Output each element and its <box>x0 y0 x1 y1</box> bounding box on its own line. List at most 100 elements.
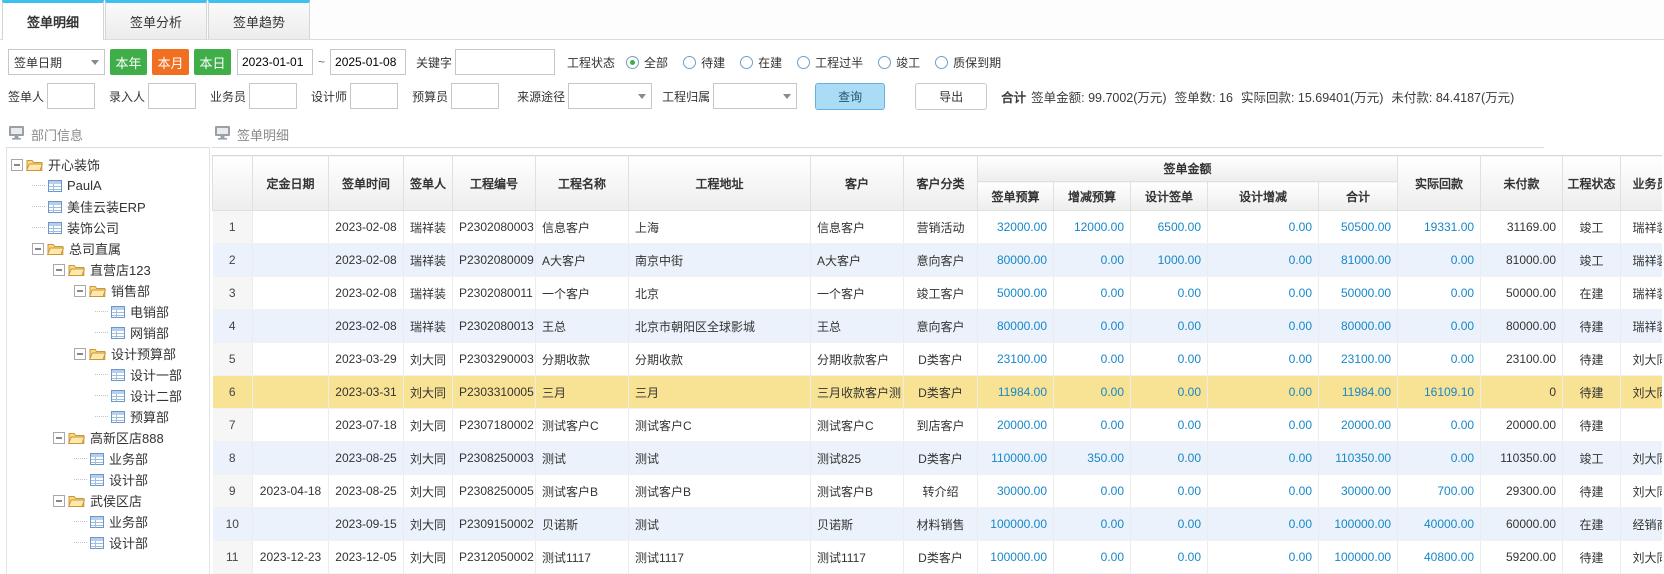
folder-icon <box>68 431 85 444</box>
person-filter-input-1[interactable] <box>148 83 196 109</box>
status-radio-5[interactable]: 质保到期 <box>935 54 1001 71</box>
expander-icon[interactable] <box>53 495 65 507</box>
tree-item-5[interactable]: 直营店123 <box>7 259 209 280</box>
table-icon <box>90 515 104 529</box>
person-filter-input-0[interactable] <box>47 83 95 109</box>
expander-icon[interactable] <box>53 264 65 276</box>
status-radio-1[interactable]: 待建 <box>683 54 725 71</box>
expander-icon[interactable] <box>11 159 23 171</box>
radio-icon <box>683 56 696 69</box>
cell-customer_class: 意向客户 <box>904 310 978 343</box>
cell-design_sign: 0.00 <box>1131 541 1208 574</box>
radio-icon <box>626 56 639 69</box>
grid-row-3[interactable]: 32023-02-08瑞祥装P2302080011一个客户北京一个客户竣工客户5… <box>213 277 1663 310</box>
grid-row-6[interactable]: 62023-03-31刘大同P2303310005三月三月三月收款客户测D类客户… <box>213 376 1663 409</box>
status-radio-3[interactable]: 工程过半 <box>797 54 863 71</box>
status-radio-label: 在建 <box>758 54 782 71</box>
chevron-down-icon <box>91 60 99 65</box>
grid-row-11[interactable]: 112023-12-232023-12-05刘大同P2312050002测试11… <box>213 541 1663 574</box>
tree-item-10[interactable]: 设计一部 <box>7 364 209 385</box>
tab-contract-detail[interactable]: 签单明细 <box>2 0 104 40</box>
cell-customer_class: D类客户 <box>904 541 978 574</box>
cell-customer: 测试客户C <box>811 409 904 442</box>
person-filter-input-3[interactable] <box>350 83 398 109</box>
summary-item-3: 未付款: 84.4187(万元) <box>1391 91 1514 105</box>
grid-col-header-received: 实际回款 <box>1398 156 1481 211</box>
cell-design_sign: 0.00 <box>1131 310 1208 343</box>
grid-row-4[interactable]: 42023-02-08瑞祥装P2302080013王总北京市朝阳区全球影城王总意… <box>213 310 1663 343</box>
tree-item-label: 业务部 <box>109 449 148 468</box>
cell-total: 100000.00 <box>1319 541 1398 574</box>
status-radio-4[interactable]: 竣工 <box>878 54 920 71</box>
cell-status: 竣工 <box>1563 244 1621 277</box>
contract-data-grid: 定金日期签单时间签单人工程编号工程名称工程地址客户客户分类签单金额实际回款未付款… <box>212 155 1662 574</box>
tree-item-15[interactable]: 设计部 <box>7 469 209 490</box>
tree-item-label: 开心装饰 <box>48 155 100 174</box>
grid-row-8[interactable]: 82023-08-25刘大同P2308250003测试测试测试825D类客户11… <box>213 442 1663 475</box>
person-filter-input-4[interactable] <box>451 83 499 109</box>
search-button[interactable]: 查询 <box>815 83 885 110</box>
tree-item-13[interactable]: 高新区店888 <box>7 427 209 448</box>
tab-contract-trend[interactable]: 签单趋势 <box>208 0 310 39</box>
cell-customer: A大客户 <box>811 244 904 277</box>
table-icon <box>111 389 125 403</box>
this-year-button[interactable]: 本年 <box>110 49 147 75</box>
tree-item-17[interactable]: 业务部 <box>7 511 209 532</box>
tree-connector-line <box>74 479 87 480</box>
cell-customer: 信息客户 <box>811 211 904 244</box>
grid-row-2[interactable]: 22023-02-08瑞祥装P2302080009A大客户南京中街A大客户意向客… <box>213 244 1663 277</box>
tree-item-0[interactable]: 开心装饰 <box>7 154 209 175</box>
date-to-input[interactable] <box>330 49 406 75</box>
cell-status: 在建 <box>1563 508 1621 541</box>
cell-unpaid: 0 <box>1481 376 1563 409</box>
tab-contract-analysis[interactable]: 签单分析 <box>105 0 207 39</box>
tree-item-14[interactable]: 业务部 <box>7 448 209 469</box>
export-button[interactable]: 导出 <box>915 83 987 110</box>
chevron-down-icon <box>783 94 791 99</box>
person-filter-input-2[interactable] <box>249 83 297 109</box>
cell-unpaid: 29300.00 <box>1481 475 1563 508</box>
cell-budget: 50000.00 <box>978 277 1054 310</box>
status-radio-0[interactable]: 全部 <box>626 54 668 71</box>
grid-row-9[interactable]: 92023-04-182023-08-25刘大同P2308250005测试客户B… <box>213 475 1663 508</box>
expander-icon[interactable] <box>32 243 44 255</box>
source-label: 来源途径 <box>517 88 565 105</box>
this-day-button[interactable]: 本日 <box>194 49 231 75</box>
tree-item-3[interactable]: 装饰公司 <box>7 217 209 238</box>
cell-salesman: 瑞祥装 <box>1621 211 1662 244</box>
date-field-value: 签单日期 <box>14 54 62 71</box>
grid-row-10[interactable]: 102023-09-15刘大同P2309150002贝诺斯测试贝诺斯材料销售10… <box>213 508 1663 541</box>
date-field-select[interactable]: 签单日期 <box>8 49 105 75</box>
expander-icon[interactable] <box>74 348 86 360</box>
tree-item-label: 设计一部 <box>130 365 182 384</box>
grid-row-5[interactable]: 52023-03-29刘大同P2303290003分期收款分期收款分期收款客户D… <box>213 343 1663 376</box>
tree-item-9[interactable]: 设计预算部 <box>7 343 209 364</box>
department-panel-title: 部门信息 <box>6 121 210 148</box>
tree-item-1[interactable]: PaulA <box>7 175 209 196</box>
status-radio-2[interactable]: 在建 <box>740 54 782 71</box>
tree-item-16[interactable]: 武侯区店 <box>7 490 209 511</box>
ownership-select[interactable] <box>713 83 797 109</box>
source-select[interactable] <box>568 83 652 109</box>
expander-icon[interactable] <box>53 432 65 444</box>
tree-item-7[interactable]: 电销部 <box>7 301 209 322</box>
date-from-input[interactable] <box>237 49 313 75</box>
tree-item-18[interactable]: 设计部 <box>7 532 209 553</box>
tree-item-11[interactable]: 设计二部 <box>7 385 209 406</box>
tree-item-2[interactable]: 美佳云装ERP <box>7 196 209 217</box>
tree-item-6[interactable]: 销售部 <box>7 280 209 301</box>
cell-total: 110350.00 <box>1319 442 1398 475</box>
grid-row-7[interactable]: 72023-07-18刘大同P2307180002测试客户C测试客户C测试客户C… <box>213 409 1663 442</box>
grid-row-1[interactable]: 12023-02-08瑞祥装P2302080003信息客户上海信息客户营销活动3… <box>213 211 1663 244</box>
tree-item-4[interactable]: 总司直属 <box>7 238 209 259</box>
this-month-button[interactable]: 本月 <box>152 49 189 75</box>
cell-design_adj: 0.00 <box>1208 310 1319 343</box>
tree-item-8[interactable]: 网销部 <box>7 322 209 343</box>
tree-item-12[interactable]: 预算部 <box>7 406 209 427</box>
expander-icon[interactable] <box>74 285 86 297</box>
cell-budget_adj: 0.00 <box>1054 508 1131 541</box>
keyword-input[interactable] <box>455 49 555 75</box>
keyword-label: 关键字 <box>416 54 452 71</box>
cell-total: 80000.00 <box>1319 310 1398 343</box>
cell-received: 0.00 <box>1398 343 1481 376</box>
